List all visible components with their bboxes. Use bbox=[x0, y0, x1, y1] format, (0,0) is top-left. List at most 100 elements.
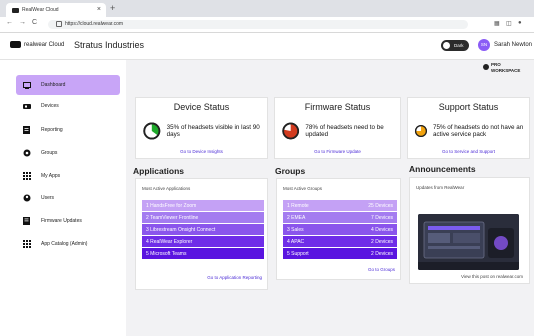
support-status-card: Support Status 75% of headsets do not ha… bbox=[407, 97, 530, 159]
workspace-icon bbox=[483, 64, 489, 70]
announcement-image[interactable] bbox=[418, 214, 519, 270]
group-name: 2 EMEA bbox=[287, 214, 306, 221]
sidebar-item-groups[interactable]: Groups bbox=[16, 143, 120, 163]
announcements-subheading: Updates from RealWear bbox=[416, 185, 465, 190]
company-name: Stratus Industries bbox=[74, 40, 145, 50]
url-field[interactable]: https://cloud.realwear.com bbox=[48, 20, 468, 29]
card-text: 78% of headsets need to be updated bbox=[305, 123, 384, 139]
table-row[interactable]: 3 Sales 4 Devices bbox=[283, 224, 397, 235]
table-row[interactable]: 1 Remote 25 Devices bbox=[283, 200, 397, 211]
monitor-icon bbox=[22, 81, 31, 90]
sidebar-item-users[interactable]: Users bbox=[16, 188, 120, 208]
groups-card: Most Active Groups 1 Remote 25 Devices 2 … bbox=[276, 178, 401, 280]
applications-heading: Applications bbox=[133, 166, 185, 176]
bookmark-icon[interactable]: ◫ bbox=[506, 20, 512, 27]
firmware-update-link[interactable]: Go to Firmware Update bbox=[275, 149, 400, 154]
card-title: Firmware Status bbox=[304, 102, 371, 112]
group-name: 4 APAC bbox=[287, 238, 305, 245]
profile-icon[interactable]: ● bbox=[518, 20, 522, 26]
groups-heading: Groups bbox=[275, 166, 306, 176]
applications-subheading: Most Active Applications bbox=[142, 186, 191, 191]
dark-label: Dark bbox=[454, 43, 464, 48]
browser-tab[interactable]: RealWear Cloud × bbox=[6, 3, 106, 17]
app-window: RealWear Cloud × + ← → C https://cloud.r… bbox=[0, 0, 534, 336]
groups-subheading: Most Active Groups bbox=[283, 186, 323, 191]
app-name: 5 Microsoft Teams bbox=[146, 250, 187, 257]
list-item[interactable]: 5 Microsoft Teams bbox=[142, 248, 264, 259]
device-insights-link[interactable]: Go to Device Insights bbox=[136, 149, 267, 154]
group-count: 2 Devices bbox=[371, 238, 393, 245]
sidebar-item-reporting[interactable]: Reporting bbox=[16, 120, 120, 140]
list-item[interactable]: 2 TeamViewer Frontline bbox=[142, 212, 264, 223]
group-count: 7 Devices bbox=[371, 214, 393, 221]
progress-ring bbox=[143, 122, 161, 140]
sidebar-item-dashboard[interactable]: Dashboard bbox=[16, 75, 120, 95]
application-reporting-link[interactable]: Go to Application Reporting bbox=[207, 275, 262, 280]
brand-text: realwear Cloud bbox=[24, 41, 65, 48]
sidebar: Dashboard Devices Reporting Groups My Ap… bbox=[0, 60, 126, 336]
sidebar-item-label: Users bbox=[41, 195, 55, 201]
catalog-icon bbox=[22, 240, 31, 249]
report-icon bbox=[22, 126, 31, 135]
avatar[interactable]: SN bbox=[478, 39, 490, 51]
card-title: Support Status bbox=[438, 102, 499, 112]
workspace-badge[interactable]: PRO WORKSPACE bbox=[483, 62, 521, 74]
sidebar-item-label: App Catalog (Admin) bbox=[41, 241, 88, 247]
list-item[interactable]: 4 RealWear Explorer bbox=[142, 236, 264, 247]
forward-button[interactable]: → bbox=[19, 19, 26, 26]
progress-ring bbox=[282, 122, 300, 140]
sidebar-item-devices[interactable]: Devices bbox=[16, 96, 120, 116]
sidebar-item-label: Groups bbox=[41, 150, 58, 156]
dark-mode-toggle[interactable]: Dark bbox=[441, 40, 469, 51]
card-body: 35% of headsets visible in last 90 days bbox=[142, 120, 263, 142]
table-row[interactable]: 4 APAC 2 Devices bbox=[283, 236, 397, 247]
firmware-status-card: Firmware Status 78% of headsets need to … bbox=[274, 97, 401, 159]
app-header: realwear Cloud Stratus Industries Dark S… bbox=[0, 33, 534, 60]
sidebar-item-my-apps[interactable]: My Apps bbox=[16, 166, 120, 186]
favicon-icon bbox=[12, 7, 19, 13]
sidebar-item-label: Reporting bbox=[41, 127, 63, 133]
extensions-icon[interactable]: ▦ bbox=[494, 20, 500, 27]
groups-icon bbox=[22, 149, 31, 158]
group-name: 5 Support bbox=[287, 250, 309, 257]
reload-button[interactable]: C bbox=[32, 19, 37, 26]
device-status-card: Device Status 35% of headsets visible in… bbox=[135, 97, 268, 159]
close-tab-icon[interactable]: × bbox=[97, 6, 101, 13]
toggle-knob-icon bbox=[443, 42, 450, 49]
back-button[interactable]: ← bbox=[6, 19, 13, 26]
address-bar-row: ← → C https://cloud.realwear.com ▦ ◫ ● bbox=[0, 17, 534, 33]
group-name: 3 Sales bbox=[287, 226, 304, 233]
lock-icon bbox=[56, 20, 62, 27]
groups-link[interactable]: Go to Groups bbox=[368, 267, 395, 272]
user-name[interactable]: Sarah Newton bbox=[494, 42, 532, 48]
table-row[interactable]: 2 EMEA 7 Devices bbox=[283, 212, 397, 223]
workspace-line2: WORKSPACE bbox=[491, 68, 521, 73]
realwear-post-link[interactable]: View this post on realwear.com bbox=[461, 274, 523, 279]
sidebar-item-firmware-updates[interactable]: Firmware Updates bbox=[16, 211, 120, 231]
group-count: 2 Devices bbox=[371, 250, 393, 257]
sidebar-item-label: Dashboard bbox=[41, 82, 66, 88]
sidebar-item-app-catalog[interactable]: App Catalog (Admin) bbox=[16, 234, 120, 254]
new-tab-button[interactable]: + bbox=[110, 3, 115, 13]
card-text: 35% of headsets visible in last 90 days bbox=[166, 123, 260, 139]
list-item[interactable]: 1 HandsFree for Zoom bbox=[142, 200, 264, 211]
table-row[interactable]: 5 Support 2 Devices bbox=[283, 248, 397, 259]
progress-ring bbox=[414, 124, 427, 138]
announcements-heading: Announcements bbox=[409, 164, 476, 174]
list-item[interactable]: 3 Librestream Onsight Connect bbox=[142, 224, 264, 235]
browser-tab-bar: RealWear Cloud × + bbox=[0, 0, 534, 17]
sidebar-item-label: Firmware Updates bbox=[41, 218, 82, 224]
card-text: 75% of headsets do not have an active se… bbox=[432, 123, 524, 139]
app-name: 2 TeamViewer Frontline bbox=[146, 214, 199, 221]
sidebar-item-label: My Apps bbox=[41, 173, 61, 179]
announcement-illustration bbox=[418, 214, 519, 270]
users-icon bbox=[22, 194, 31, 203]
group-name: 1 Remote bbox=[287, 202, 309, 209]
brand-logo[interactable]: realwear Cloud bbox=[10, 41, 64, 48]
realwear-logo-icon bbox=[10, 41, 21, 48]
app-name: 4 RealWear Explorer bbox=[146, 238, 193, 245]
url-text: https://cloud.realwear.com bbox=[65, 21, 124, 27]
service-support-link[interactable]: Go to Service and Support bbox=[408, 149, 529, 154]
group-count: 25 Devices bbox=[368, 202, 393, 209]
card-title: Device Status bbox=[173, 102, 230, 112]
